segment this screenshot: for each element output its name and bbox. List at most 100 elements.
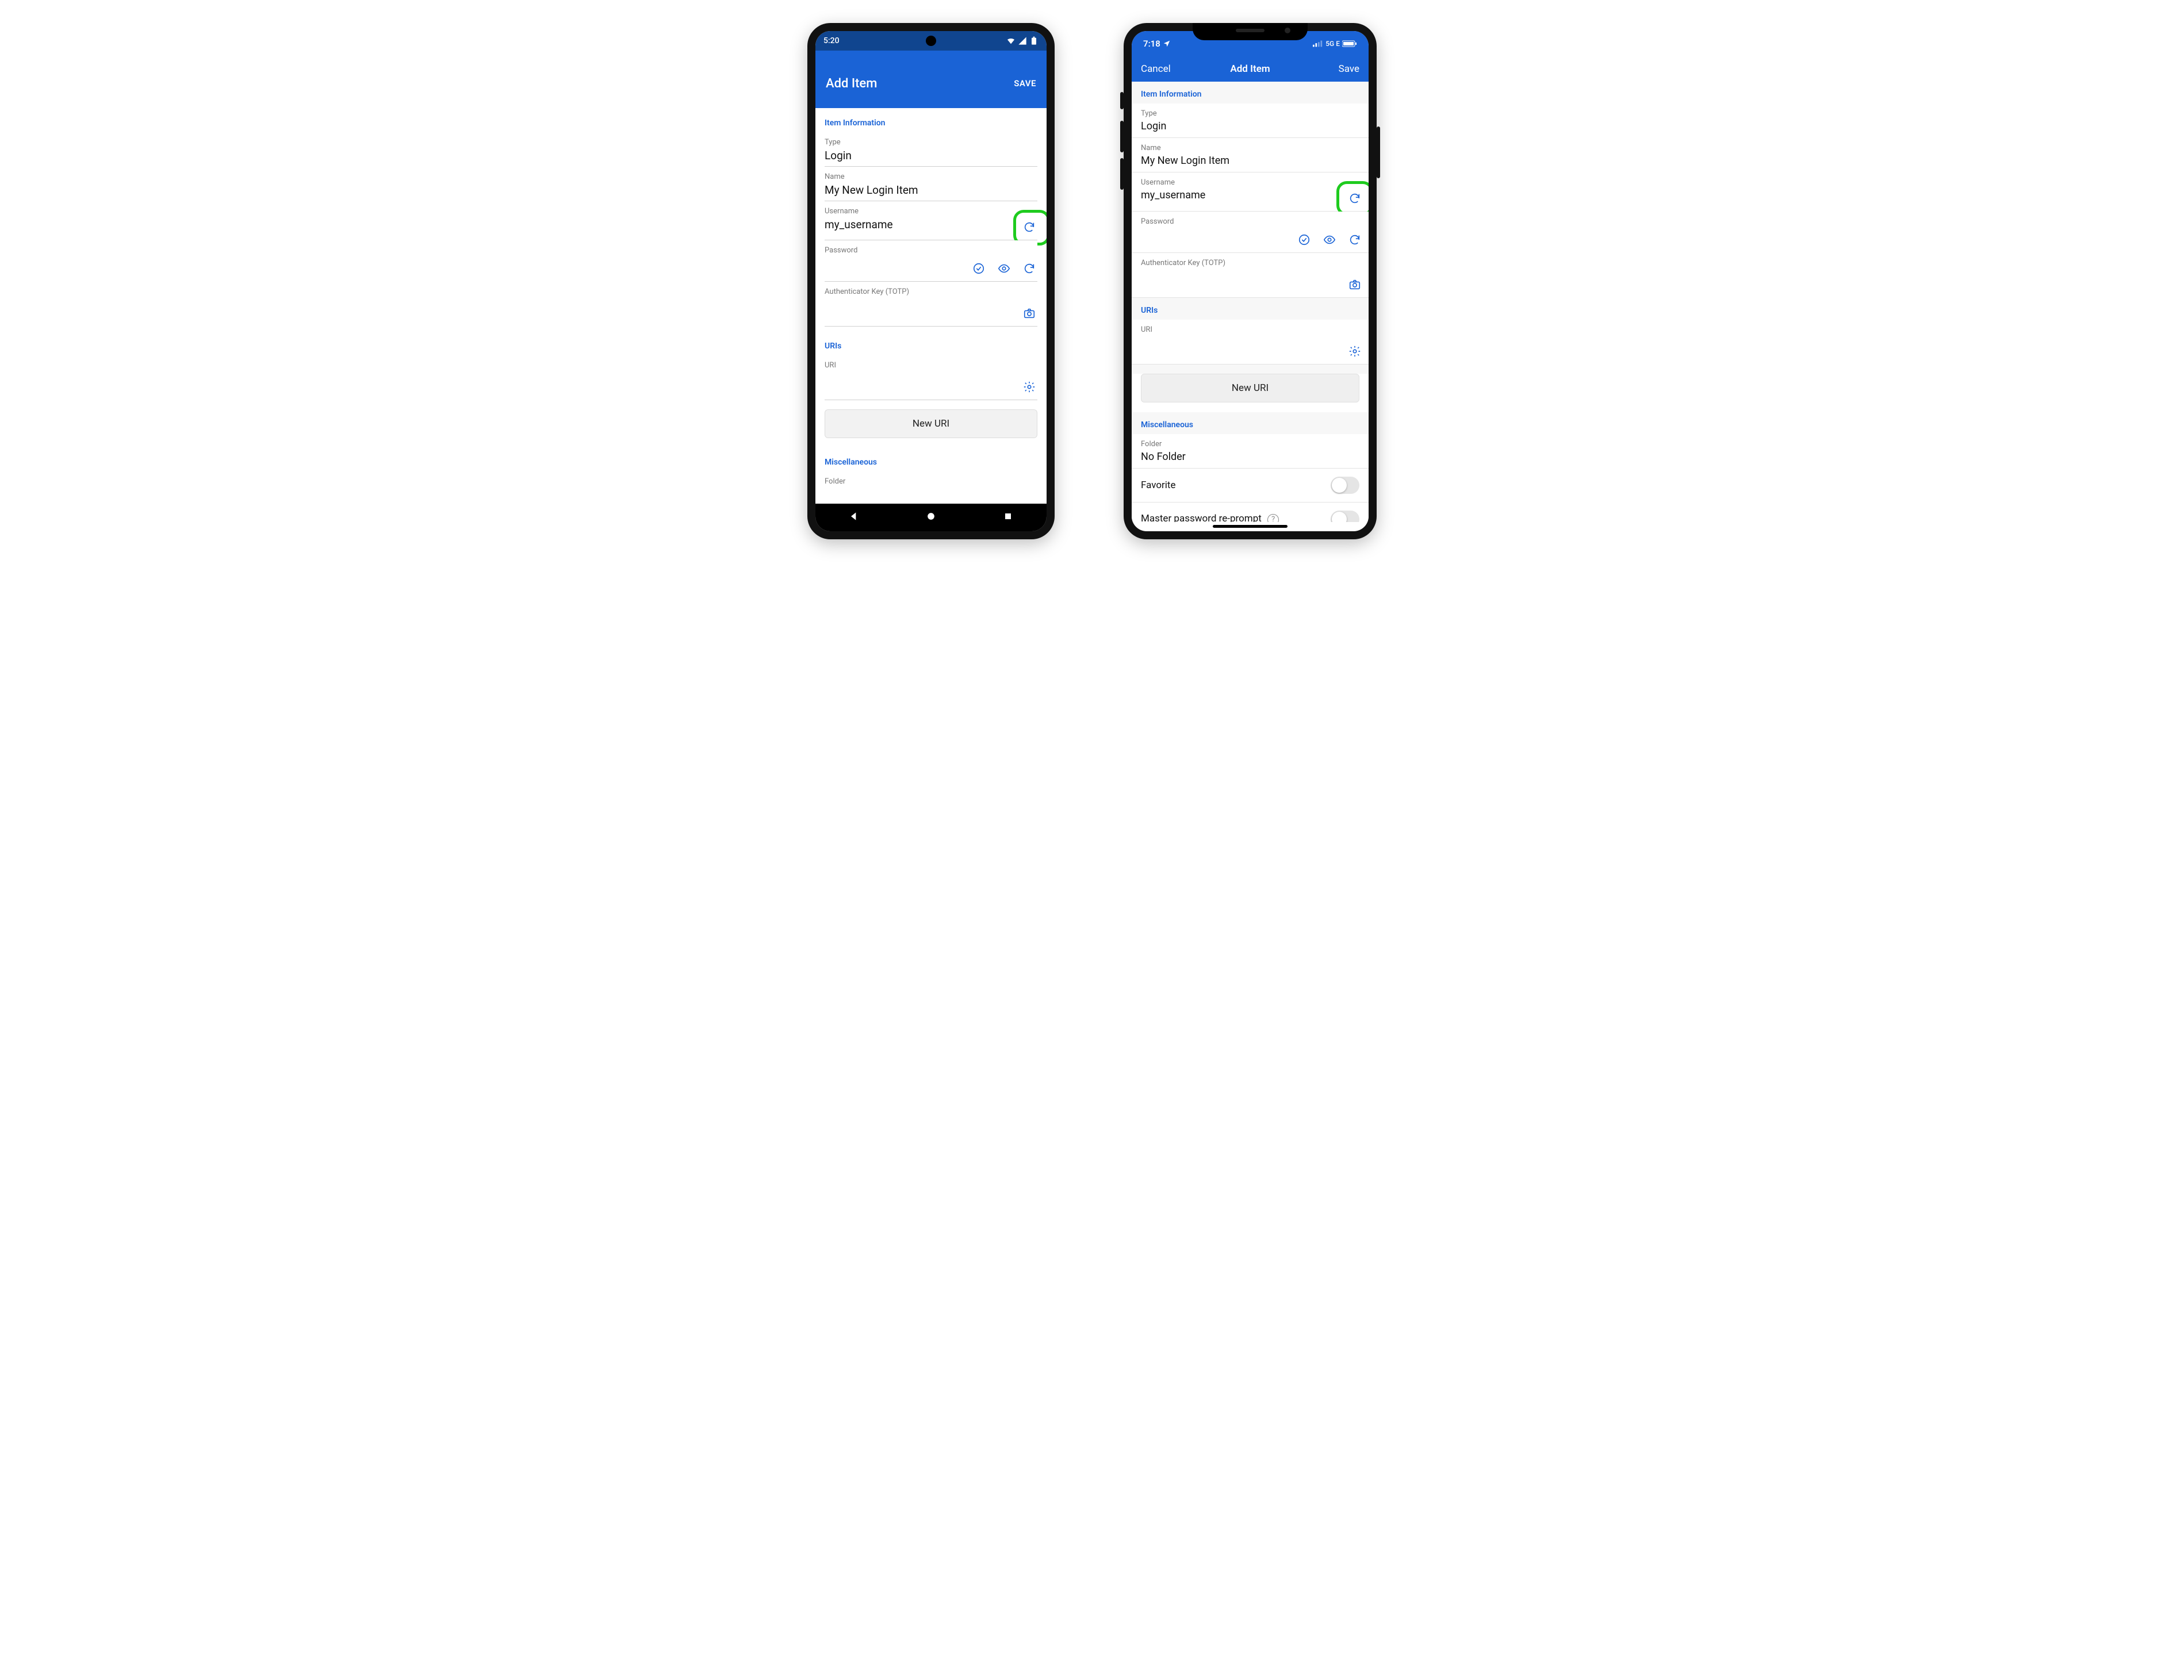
- name-value: My New Login Item: [825, 183, 1037, 197]
- uri-label: URI: [1141, 325, 1359, 334]
- username-value: my_username: [825, 218, 1037, 232]
- help-icon[interactable]: ?: [1267, 514, 1279, 522]
- field-username[interactable]: Username my_username: [1132, 172, 1369, 212]
- refresh-icon: [1348, 233, 1361, 246]
- camera-icon: [1023, 307, 1036, 320]
- totp-label: Authenticator Key (TOTP): [1141, 259, 1359, 267]
- field-name[interactable]: Name My New Login Item: [825, 167, 1037, 201]
- name-value: My New Login Item: [1141, 155, 1359, 168]
- android-app-header: Add Item SAVE: [815, 51, 1047, 108]
- generate-password-button[interactable]: [1021, 260, 1037, 277]
- ios-volume-up: [1120, 121, 1124, 152]
- field-uri[interactable]: URI: [825, 355, 1037, 400]
- scan-totp-button[interactable]: [1021, 305, 1037, 321]
- battery-icon: [1342, 40, 1357, 47]
- field-folder[interactable]: Folder No Folder: [1132, 434, 1369, 469]
- nav-recents-button[interactable]: [1002, 511, 1014, 524]
- toggle-visibility-button[interactable]: [996, 260, 1012, 277]
- refresh-icon: [1023, 262, 1036, 275]
- ios-notch: [1193, 23, 1308, 40]
- page-title: Add Item: [826, 76, 877, 91]
- new-uri-button[interactable]: New URI: [825, 409, 1037, 438]
- ios-power-button: [1377, 126, 1380, 178]
- section-uris: URIs: [815, 327, 1047, 355]
- android-content[interactable]: Item Information Type Login Name My New …: [815, 108, 1047, 504]
- row-favorite[interactable]: Favorite: [1132, 469, 1369, 503]
- section-misc: Miscellaneous: [1132, 412, 1369, 434]
- eye-icon: [998, 262, 1010, 275]
- type-label: Type: [1141, 109, 1359, 118]
- signal-icon: [1018, 36, 1027, 45]
- check-password-button[interactable]: [971, 260, 987, 277]
- generate-username-button[interactable]: [1021, 219, 1037, 235]
- generate-password-button[interactable]: [1347, 232, 1363, 248]
- ios-home-indicator[interactable]: [1213, 525, 1288, 528]
- save-button[interactable]: Save: [1339, 63, 1359, 75]
- field-password[interactable]: Password: [1132, 212, 1369, 253]
- android-time: 5:20: [823, 36, 840, 45]
- field-type[interactable]: Type Login: [1132, 103, 1369, 138]
- uri-settings-button[interactable]: [1347, 343, 1363, 359]
- ios-phone-frame: 7:18 5G E Cancel Add Item Save Item Info…: [1124, 23, 1377, 539]
- triangle-back-icon: [848, 511, 860, 522]
- network-label: 5G E: [1325, 40, 1340, 48]
- section-uris: URIs: [1132, 298, 1369, 320]
- nav-back-button[interactable]: [848, 511, 860, 524]
- folder-label: Folder: [1141, 440, 1359, 448]
- android-screen: 5:20 Add Item SAVE Item Information Type…: [815, 31, 1047, 531]
- ios-screen: 7:18 5G E Cancel Add Item Save Item Info…: [1132, 31, 1369, 531]
- ios-time: 7:18: [1143, 39, 1160, 49]
- generate-username-button[interactable]: [1347, 190, 1363, 206]
- section-misc: Miscellaneous: [815, 447, 1047, 471]
- totp-label: Authenticator Key (TOTP): [825, 287, 1037, 296]
- ios-camera: [1285, 28, 1290, 33]
- check-circle-icon: [1298, 233, 1311, 246]
- type-label: Type: [825, 138, 1037, 147]
- uri-value: [1141, 336, 1359, 350]
- new-uri-button[interactable]: New URI: [1141, 374, 1359, 402]
- uri-label: URI: [825, 361, 1037, 370]
- section-item-info: Item Information: [1132, 82, 1369, 103]
- field-type[interactable]: Type Login: [825, 132, 1037, 167]
- ios-app-header: Cancel Add Item Save: [1132, 56, 1369, 82]
- field-totp[interactable]: Authenticator Key (TOTP): [1132, 253, 1369, 298]
- section-item-info: Item Information: [815, 108, 1047, 132]
- name-label: Name: [1141, 144, 1359, 152]
- row-reprompt[interactable]: Master password re-prompt ?: [1132, 503, 1369, 522]
- ios-content[interactable]: Item Information Type Login Name My New …: [1132, 82, 1369, 522]
- nav-home-button[interactable]: [925, 511, 937, 524]
- uri-settings-button[interactable]: [1021, 379, 1037, 395]
- wifi-icon: [1006, 36, 1016, 45]
- folder-value: No Folder: [1141, 451, 1359, 465]
- check-password-button[interactable]: [1296, 232, 1312, 248]
- android-phone-frame: 5:20 Add Item SAVE Item Information Type…: [807, 23, 1055, 539]
- battery-icon: [1029, 36, 1039, 45]
- username-label: Username: [825, 207, 1037, 216]
- type-value: Login: [1141, 120, 1359, 134]
- field-username[interactable]: Username my_username: [825, 201, 1037, 240]
- cancel-button[interactable]: Cancel: [1141, 63, 1171, 75]
- name-label: Name: [825, 172, 1037, 181]
- username-value: my_username: [1141, 189, 1359, 203]
- refresh-icon: [1348, 192, 1361, 205]
- android-nav-bar: [815, 504, 1047, 531]
- save-button[interactable]: SAVE: [1014, 78, 1036, 89]
- ios-speaker: [1236, 29, 1265, 32]
- reprompt-label: Master password re-prompt: [1141, 513, 1262, 522]
- field-uri[interactable]: URI: [1132, 320, 1369, 365]
- field-name[interactable]: Name My New Login Item: [1132, 138, 1369, 172]
- reprompt-toggle[interactable]: [1331, 511, 1359, 522]
- toggle-visibility-button[interactable]: [1321, 232, 1338, 248]
- password-label: Password: [825, 246, 1037, 255]
- field-password[interactable]: Password: [825, 240, 1037, 282]
- refresh-icon: [1023, 221, 1036, 233]
- password-label: Password: [1141, 217, 1359, 226]
- location-icon: [1163, 40, 1171, 48]
- scan-totp-button[interactable]: [1347, 277, 1363, 293]
- field-totp[interactable]: Authenticator Key (TOTP): [825, 282, 1037, 327]
- ios-mute-switch: [1120, 92, 1124, 109]
- folder-label: Folder: [825, 477, 1037, 486]
- field-folder[interactable]: Folder: [825, 471, 1037, 492]
- favorite-toggle[interactable]: [1331, 477, 1359, 494]
- uri-value: [825, 372, 1037, 386]
